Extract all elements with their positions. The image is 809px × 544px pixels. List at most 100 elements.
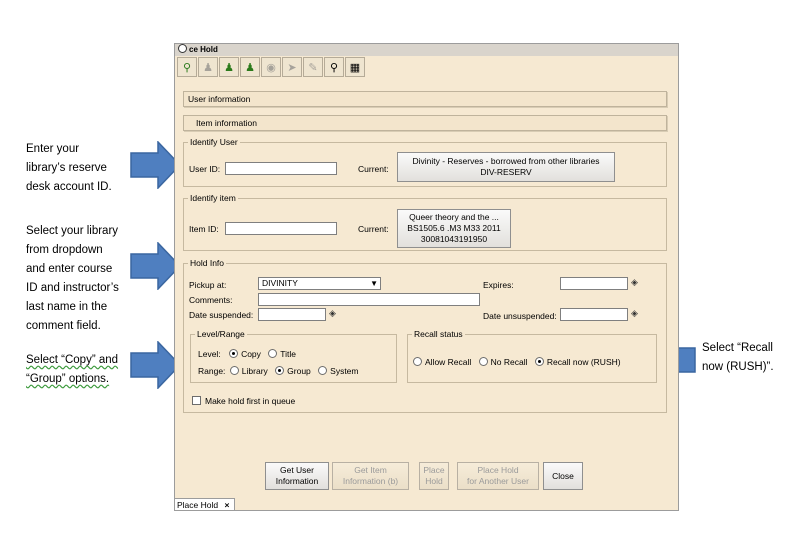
level-title-radio[interactable]: Title: [268, 349, 296, 359]
range-label: Range:: [198, 366, 226, 376]
annotation-line: desk account ID.: [26, 181, 112, 193]
identify-item-legend: Identify item: [190, 193, 236, 203]
disc-icon[interactable]: ◉: [261, 57, 281, 77]
recall-no-label: No Recall: [490, 357, 528, 367]
item-current-label: Current:: [358, 224, 389, 234]
annotation-line: Select “Recall: [702, 342, 773, 354]
expires-input[interactable]: [560, 277, 628, 290]
user-icon[interactable]: ♟: [198, 57, 218, 77]
annotation-line: Enter your: [26, 143, 80, 155]
range-system-label: System: [330, 366, 359, 376]
radio-selected-icon: [534, 357, 544, 366]
arrow-icon[interactable]: ➤: [282, 57, 302, 77]
window-title: ce Hold: [189, 45, 218, 54]
get-user-line1: Get User: [279, 465, 314, 475]
current-user-line2: DIV-RESERV: [480, 167, 532, 177]
range-row: Range: Library Group System: [198, 366, 359, 376]
user-current-label: Current:: [358, 164, 389, 174]
annotation-line: comment field.: [26, 320, 101, 332]
first-in-queue-checkbox[interactable]: Make hold first in queue: [192, 396, 295, 406]
close-button[interactable]: Close: [543, 462, 583, 490]
user-hold-icon[interactable]: ♟: [219, 57, 239, 77]
current-item-line3: 30081043191950: [420, 234, 488, 244]
book-stack-icon[interactable]: ▦: [345, 57, 365, 77]
range-system-radio[interactable]: System: [318, 366, 359, 376]
place-hold-line1: Place: [423, 465, 445, 475]
place-another-line1: Place Hold: [477, 465, 519, 475]
recall-rush-label: Recall now (RUSH): [546, 357, 621, 367]
recall-status-group: Recall status: [407, 329, 657, 383]
calendar-icon[interactable]: ◈: [329, 308, 336, 319]
place-another-line2: for Another User: [467, 476, 529, 486]
level-row: Level: Copy Title: [198, 349, 296, 359]
annotation-line: library’s reserve: [26, 162, 107, 174]
radio-selected-icon: [275, 366, 285, 375]
level-range-legend: Level/Range: [197, 329, 245, 339]
item-id-label: Item ID:: [189, 224, 219, 234]
window-titlebar: ce Hold: [175, 44, 678, 56]
get-user-line2: Information: [275, 476, 319, 486]
annotation-hold-info: Select your library from dropdown and en…: [26, 222, 119, 336]
annotation-line: last name in the: [26, 301, 108, 313]
first-in-queue-label: Make hold first in queue: [205, 396, 296, 406]
level-copy-radio[interactable]: Copy: [229, 349, 261, 359]
comments-input[interactable]: [258, 293, 480, 306]
barcode-search-icon[interactable]: ⚲: [324, 57, 344, 77]
level-label: Level:: [198, 349, 221, 359]
item-id-input[interactable]: [225, 222, 337, 235]
date-unsuspended-input[interactable]: [560, 308, 628, 321]
pen-icon[interactable]: ✎: [303, 57, 323, 77]
date-suspended-input[interactable]: [258, 308, 326, 321]
calendar-icon[interactable]: ◈: [631, 277, 638, 288]
identify-user-legend: Identify User: [190, 137, 238, 147]
annotation-line: “Group” options.: [26, 373, 110, 385]
date-unsuspended-label: Date unsuspended:: [483, 311, 557, 321]
place-hold-button[interactable]: Place Hold: [419, 462, 449, 490]
recall-rush-radio[interactable]: Recall now (RUSH): [534, 357, 621, 367]
recall-allow-radio[interactable]: Allow Recall: [413, 357, 471, 367]
pickup-select[interactable]: DIVINITY ▼: [258, 277, 381, 290]
comments-label: Comments:: [189, 295, 233, 305]
annotation-line: from dropdown: [26, 244, 103, 256]
current-user-button[interactable]: Divinity - Reserves - borrowed from othe…: [397, 152, 615, 182]
recall-no-radio[interactable]: No Recall: [478, 357, 528, 367]
recall-allow-label: Allow Recall: [425, 357, 472, 367]
recall-row: Allow Recall No Recall Recall now (RUSH): [413, 357, 621, 367]
annotation-line: ID and instructor’s: [26, 282, 119, 294]
window-icon: [178, 44, 187, 53]
current-item-button[interactable]: Queer theory and the ... BS1505.6 .M3 M3…: [397, 209, 511, 248]
pickup-label: Pickup at:: [189, 280, 227, 290]
item-information-bar[interactable]: Item information: [183, 115, 667, 131]
place-hold-line2: Hold: [425, 476, 443, 486]
range-group-radio[interactable]: Group: [275, 366, 311, 376]
checkbox-icon: [192, 396, 201, 405]
get-item-line1: Get Item: [354, 465, 387, 475]
radio-icon: [318, 366, 328, 375]
get-item-information-button[interactable]: Get Item Information (b): [332, 462, 409, 490]
user-id-input[interactable]: [225, 162, 337, 175]
user-search-icon[interactable]: ⚲: [177, 57, 197, 77]
user-lock-icon[interactable]: ♟: [240, 57, 260, 77]
annotation-user-id: Enter your library’s reserve desk accoun…: [26, 140, 112, 197]
current-item-line2: BS1505.6 .M3 M33 2011: [407, 223, 501, 233]
range-group-label: Group: [287, 366, 311, 376]
user-information-bar[interactable]: User information: [183, 91, 667, 107]
place-hold-tab[interactable]: Place Hold ×: [174, 498, 235, 511]
radio-icon: [413, 357, 422, 366]
hold-info-legend: Hold Info: [190, 258, 225, 268]
place-hold-another-user-button[interactable]: Place Hold for Another User: [457, 462, 539, 490]
range-library-radio[interactable]: Library: [229, 366, 268, 376]
annotation-recall: Select “Recall now (RUSH)”.: [702, 339, 774, 377]
get-user-information-button[interactable]: Get User Information: [265, 462, 329, 490]
current-item-line1: Queer theory and the ...: [409, 212, 499, 222]
toolbar: ⚲ ♟ ♟ ♟ ◉ ➤ ✎ ⚲ ▦: [177, 57, 365, 79]
calendar-icon[interactable]: ◈: [631, 308, 638, 319]
range-library-label: Library: [241, 366, 268, 376]
level-title-label: Title: [280, 349, 297, 359]
get-item-line2: Information (b): [342, 476, 399, 486]
close-label: Close: [552, 470, 574, 481]
place-hold-window: ce Hold ⚲ ♟ ♟ ♟ ◉ ➤ ✎ ⚲ ▦ User informati…: [174, 43, 679, 511]
close-icon[interactable]: ×: [224, 500, 229, 510]
current-user-line1: Divinity - Reserves - borrowed from othe…: [412, 156, 600, 166]
annotation-line: and enter course: [26, 263, 113, 275]
